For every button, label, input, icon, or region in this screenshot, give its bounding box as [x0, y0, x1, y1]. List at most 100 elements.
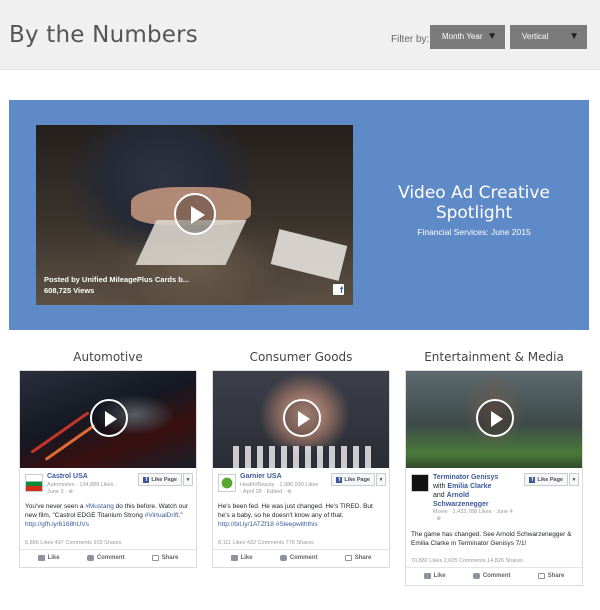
- facebook-icon: f: [333, 284, 344, 295]
- comment-button[interactable]: Comment: [86, 555, 125, 561]
- like-page-button[interactable]: f Like Page: [138, 473, 182, 486]
- post-stats: 8,111 Likes 432 Comments 776 Shares: [213, 536, 389, 550]
- page-name[interactable]: Garnier USA: [240, 473, 282, 480]
- post-text: The game has changed. See Arnold Schwarz…: [406, 526, 582, 554]
- post-card-automotive: Castrol USA Automotive · 134,888 Likes ·…: [19, 370, 197, 568]
- like-page-button[interactable]: f Like Page: [524, 473, 568, 486]
- video-thumbnail[interactable]: [406, 371, 582, 468]
- post-with-label: with: [433, 483, 446, 490]
- thumbs-up-icon: [230, 555, 238, 561]
- vertical-select[interactable]: Vertical ▼: [510, 25, 587, 49]
- play-icon[interactable]: [90, 399, 128, 437]
- post-text-part: The game has changed. See Arnold Schwarz…: [411, 531, 572, 547]
- share-label: Share: [161, 555, 179, 561]
- post-text-part: You've never seen a: [25, 503, 86, 510]
- post-actions: Like Comment Share: [20, 550, 196, 567]
- like-label: Like: [433, 573, 446, 579]
- page-avatar[interactable]: [411, 474, 429, 492]
- caret-down-icon: ▼: [487, 31, 497, 42]
- filter-label: Filter by:: [391, 34, 430, 45]
- chevron-down-icon[interactable]: ▼: [569, 473, 579, 486]
- share-button[interactable]: Share: [151, 555, 179, 561]
- post-link[interactable]: http://gfh.ly/6168hUVs: [25, 521, 89, 528]
- comment-icon: [472, 573, 480, 579]
- comment-label: Comment: [482, 573, 511, 579]
- like-label: Like: [240, 555, 253, 561]
- post-card-entertainment-media: Terminator Genisys with Emilia Clarke an…: [405, 370, 583, 586]
- play-icon[interactable]: [174, 193, 216, 235]
- share-button[interactable]: Share: [537, 573, 565, 579]
- comment-button[interactable]: Comment: [279, 555, 318, 561]
- page-title-line: Terminator Genisys with Emilia Clarke an…: [433, 473, 503, 509]
- share-icon: [344, 555, 352, 561]
- thumbnail-streak: [44, 424, 96, 461]
- post-card-consumer-goods: Garnier USA Health/Beauty · 1,986,930 Li…: [212, 370, 390, 568]
- vertical-select-value: Vertical: [522, 32, 549, 41]
- thumbs-up-icon: [37, 555, 45, 561]
- page-title: By the Numbers: [9, 22, 198, 48]
- post-actions: Like Comment Share: [406, 568, 582, 585]
- page-name[interactable]: Castrol USA: [47, 473, 88, 480]
- page-meta: Automotive · 134,888 Likes · June 3 · ⊗: [47, 482, 118, 495]
- share-icon: [537, 573, 545, 579]
- like-page-label: Like Page: [537, 477, 563, 483]
- page-avatar[interactable]: [25, 474, 43, 492]
- post-text-part: .": [178, 512, 183, 519]
- comment-icon: [86, 555, 94, 561]
- facebook-icon: f: [529, 476, 536, 483]
- post-text-part: He's been fed. He was just changed. He's…: [218, 503, 373, 519]
- like-button[interactable]: Like: [230, 555, 253, 561]
- post-header: Garnier USA Health/Beauty · 1,986,930 Li…: [213, 468, 389, 498]
- play-icon[interactable]: [476, 399, 514, 437]
- video-thumbnail[interactable]: [213, 371, 389, 468]
- post-stats: 70,882 Likes 2,605 Comments 14,826 Share…: [406, 554, 582, 568]
- play-icon[interactable]: [283, 399, 321, 437]
- comment-label: Comment: [96, 555, 125, 561]
- spotlight-subtitle: Financial Services: June 2015: [417, 227, 531, 237]
- share-label: Share: [547, 573, 565, 579]
- comment-label: Comment: [289, 555, 318, 561]
- page-header: By the Numbers Filter by: Month Year ▼ V…: [0, 0, 600, 70]
- category-heading: Entertainment & Media: [424, 350, 564, 364]
- like-button[interactable]: Like: [423, 573, 446, 579]
- hashtag-link[interactable]: #VirtualDrift: [145, 512, 179, 519]
- thumbs-up-icon: [423, 573, 431, 579]
- comment-icon: [279, 555, 287, 561]
- caret-down-icon: ▼: [569, 31, 579, 42]
- chevron-down-icon[interactable]: ▼: [376, 473, 386, 486]
- video-thumbnail[interactable]: [20, 371, 196, 468]
- page-meta: Movie · 1,433,788 Likes · June 4 · ⊗: [433, 509, 513, 522]
- page-name[interactable]: Terminator Genisys: [433, 474, 498, 481]
- like-page-button[interactable]: f Like Page: [331, 473, 375, 486]
- like-page-label: Like Page: [344, 477, 370, 483]
- spotlight-banner: Posted by Unified MileagePlus Cards b...…: [9, 100, 589, 330]
- post-actions: Like Comment Share: [213, 550, 389, 567]
- month-year-select[interactable]: Month Year ▼: [430, 25, 505, 49]
- hashtag-link[interactable]: #Mustang: [85, 503, 114, 510]
- hashtag-link[interactable]: #Sleepwiththis: [276, 521, 318, 528]
- post-stats: 5,896 Likes 497 Comments 915 Shares: [20, 536, 196, 550]
- like-button[interactable]: Like: [37, 555, 60, 561]
- like-page-label: Like Page: [151, 477, 177, 483]
- share-label: Share: [354, 555, 372, 561]
- spotlight-video[interactable]: Posted by Unified MileagePlus Cards b...…: [36, 125, 353, 305]
- tagged-page-name[interactable]: Emilia Clarke: [447, 483, 491, 490]
- thumbnail-clothing: [233, 446, 373, 468]
- post-header: Terminator Genisys with Emilia Clarke an…: [406, 468, 582, 526]
- post-header: Castrol USA Automotive · 134,888 Likes ·…: [20, 468, 196, 498]
- post-text: You've never seen a #Mustang do this bef…: [20, 498, 196, 536]
- category-heading: Consumer Goods: [249, 350, 353, 364]
- facebook-icon: f: [336, 476, 343, 483]
- post-text: He's been fed. He was just changed. He's…: [213, 498, 389, 536]
- spotlight-title: Video Ad Creative Spotlight: [398, 183, 550, 223]
- post-and-label: and: [433, 492, 445, 499]
- chevron-down-icon[interactable]: ▼: [183, 473, 193, 486]
- like-label: Like: [47, 555, 60, 561]
- post-link[interactable]: http://bit.ly/1ATZf18: [218, 521, 274, 528]
- page-meta: Health/Beauty · 1,986,930 Likes · April …: [240, 482, 319, 495]
- comment-button[interactable]: Comment: [472, 573, 511, 579]
- share-button[interactable]: Share: [344, 555, 372, 561]
- month-year-select-value: Month Year: [442, 32, 483, 41]
- page-avatar[interactable]: [218, 474, 236, 492]
- video-posted-by: Posted by Unified MileagePlus Cards b...: [44, 275, 190, 284]
